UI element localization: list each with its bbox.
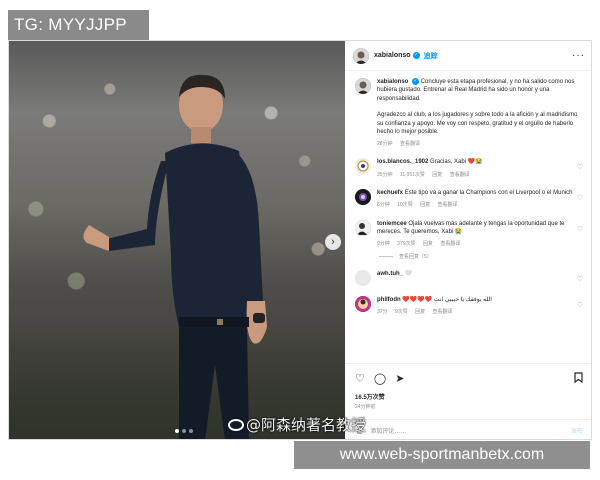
comment-text: 🤍 [404, 270, 413, 277]
avatar[interactable] [355, 269, 371, 286]
comment-likes[interactable]: 11,051次赞 [400, 172, 425, 178]
comment-bubble-icon[interactable]: ◯ [374, 373, 386, 385]
comment-item: toniemcee Ojalá vuelvas más adelante y t… [355, 219, 583, 249]
bookmark-icon[interactable] [574, 372, 583, 386]
reply-link[interactable]: 回复 [420, 202, 430, 208]
comment-meta: 6分钟 10次赞 回复 查看翻译 [377, 201, 573, 209]
watermark-url: www.web-sportmanbetx.com [294, 441, 590, 469]
caption-text: xabialonso ✓ Concluye esta etapa profesi… [377, 78, 583, 148]
weibo-watermark-text: @阿森纳著名教授 [246, 416, 367, 434]
action-icons: ♡ ◯ ➤ [355, 372, 583, 386]
avatar[interactable] [355, 189, 371, 206]
translate-link[interactable]: 查看翻译 [440, 241, 460, 247]
post-header: xabialonso ✓ 追踪 ··· [345, 41, 591, 71]
comment-meta: 9分钟 379次赞 回复 查看翻译 [377, 240, 573, 248]
heart-icon[interactable]: ♡ [577, 225, 583, 233]
translate-link[interactable]: 查看翻译 [400, 141, 420, 147]
translate-link[interactable]: 查看翻译 [433, 309, 453, 315]
heart-icon[interactable]: ♡ [577, 163, 583, 171]
comment-time: 35分钟 [377, 171, 393, 178]
comment-time: 37分 [377, 308, 388, 315]
view-replies-label[interactable]: 查看回复（5） [399, 253, 432, 260]
comment-item: awh.tuh_ 🤍 ♡ [355, 269, 583, 286]
view-replies-link[interactable]: 查看回复（5） [379, 253, 583, 260]
post-comment-button[interactable]: 发布 [571, 426, 583, 435]
comment-meta: 37分 9次赞 回复 查看翻译 [377, 308, 573, 316]
heart-icon[interactable]: ♡ [577, 194, 583, 202]
comment-text: Este tipo va a ganar la Champions con el… [404, 190, 573, 197]
add-comment-bar: ☺ 添加评论…… 发布 [345, 419, 591, 439]
comment-item: kechuefx Este tipo va a ganar la Champio… [355, 189, 583, 210]
comment-likes[interactable]: 10次赞 [397, 202, 413, 208]
add-comment-input[interactable]: 添加评论…… [370, 426, 406, 435]
comment-text: ❤️❤️❤️❤️ الله يوفقك يا حبيبي انت [402, 296, 492, 303]
comment-username[interactable]: awh.tuh_ [377, 271, 403, 277]
comment-body: philfodn ❤️❤️❤️❤️ الله يوفقك يا حبيبي ان… [377, 296, 573, 317]
comment-text: Gracias, Xabi ❤️😭 [430, 159, 483, 166]
comment-item: los.blancos._1902 Gracias, Xabi ❤️😭 35分钟… [355, 158, 583, 179]
chevron-right-icon[interactable]: › [325, 234, 341, 250]
watermark-top: TG: MYYJJPP [8, 10, 149, 40]
follow-button[interactable]: 追踪 [424, 51, 438, 61]
heart-icon[interactable]: ♡ [577, 301, 583, 309]
weibo-watermark: @阿森纳著名教授 [228, 414, 366, 435]
translate-link[interactable]: 查看翻译 [450, 172, 470, 178]
comment-username[interactable]: toniemcee [377, 221, 407, 227]
avatar[interactable] [355, 295, 371, 312]
comment-body: awh.tuh_ 🤍 [377, 270, 573, 278]
comment-body: toniemcee Ojalá vuelvas más adelante y t… [377, 220, 573, 249]
carousel-dot [182, 429, 186, 433]
reply-link[interactable]: 回复 [432, 172, 442, 178]
carousel-dot [175, 429, 179, 433]
caption-username[interactable]: xabialonso [377, 79, 408, 85]
reply-link[interactable]: 回复 [423, 241, 433, 247]
heart-icon[interactable]: ♡ [577, 275, 583, 283]
post-username[interactable]: xabialonso [374, 52, 411, 59]
comment-body: los.blancos._1902 Gracias, Xabi ❤️😭 35分钟… [377, 158, 573, 179]
post-side-panel: xabialonso ✓ 追踪 ··· xabialonso ✓ Concluy… [345, 41, 591, 439]
coach-figure [83, 74, 267, 439]
avatar[interactable] [353, 47, 369, 64]
comment-meta: 35分钟 11,051次赞 回复 查看翻译 [377, 171, 573, 179]
reply-link[interactable]: 回复 [415, 309, 425, 315]
more-options-icon[interactable]: ··· [572, 50, 585, 61]
caption-paragraph-2: Agradezco al club, a los jugadores y sob… [377, 112, 578, 135]
weibo-logo-icon [228, 419, 244, 431]
post-caption: xabialonso ✓ Concluye esta etapa profesi… [355, 72, 583, 148]
comment-likes[interactable]: 9次赞 [395, 309, 408, 315]
caption-time: 28分钟 [377, 141, 393, 148]
divider [379, 255, 393, 257]
comment-time: 6分钟 [377, 202, 390, 209]
comment-item: philfodn ❤️❤️❤️❤️ الله يوفقك يا حبيبي ان… [355, 295, 583, 317]
share-send-icon[interactable]: ➤ [395, 373, 404, 385]
verified-icon: ✓ [412, 78, 420, 85]
post-photo[interactable]: › [9, 41, 345, 439]
comment-username[interactable]: los.blancos._1902 [377, 159, 428, 165]
verified-icon: ✓ [412, 52, 420, 59]
post-date: 24分钟前 [355, 404, 376, 410]
carousel-dots [175, 429, 193, 433]
like-heart-icon[interactable]: ♡ [355, 373, 365, 385]
comment-username[interactable]: kechuefx [377, 190, 403, 196]
avatar[interactable] [355, 219, 371, 236]
comment-username[interactable]: philfodn [377, 297, 401, 303]
instagram-post: › xabialonso ✓ 追踪 ··· xabialonso ✓ Concl… [8, 40, 592, 440]
caption-meta: 28分钟 查看翻译 [377, 140, 583, 148]
comment-likes[interactable]: 379次赞 [397, 241, 415, 247]
translate-link[interactable]: 查看翻译 [438, 202, 458, 208]
avatar[interactable] [355, 158, 371, 175]
comment-body: kechuefx Este tipo va a ganar la Champio… [377, 189, 573, 210]
avatar[interactable] [355, 78, 371, 94]
carousel-dot [189, 429, 193, 433]
post-actions: ♡ ◯ ➤ 16.5万次赞 24分钟前 [345, 363, 591, 410]
likes-count[interactable]: 16.5万次赞 [355, 392, 583, 401]
comments-scroll-area[interactable]: xabialonso ✓ Concluye esta etapa profesi… [345, 72, 591, 362]
comment-time: 9分钟 [377, 241, 390, 248]
